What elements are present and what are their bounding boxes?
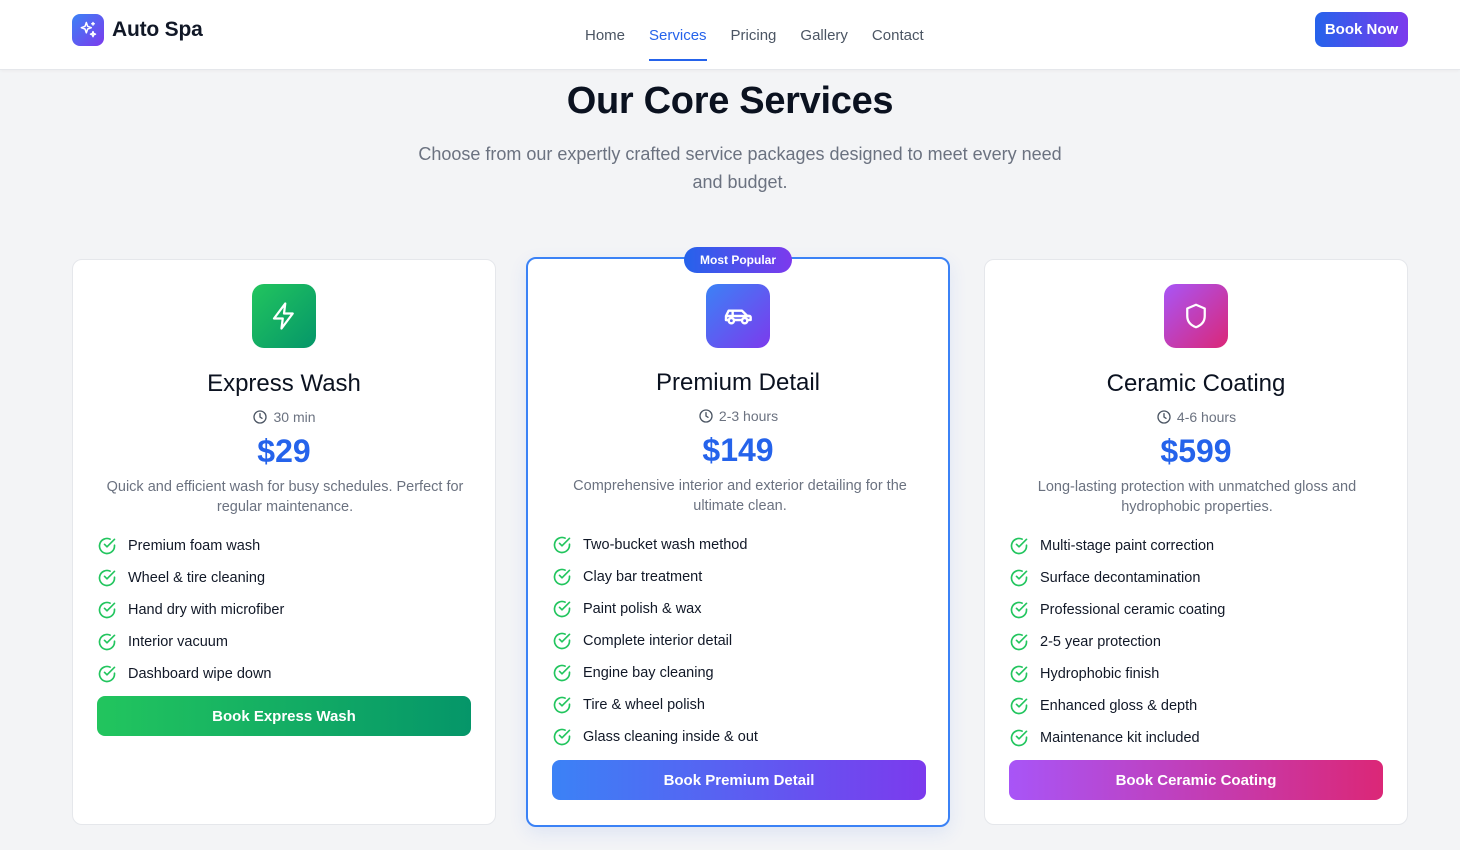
check-circle-icon [98, 633, 116, 651]
card-title: Express Wash [207, 370, 361, 397]
feature-item: 2-5 year protection [1009, 626, 1385, 658]
check-circle-icon [98, 569, 116, 587]
check-circle-icon [1010, 601, 1028, 619]
page-subtitle: Choose from our expertly crafted service… [418, 144, 1062, 192]
feature-item: Professional ceramic coating [1009, 594, 1385, 626]
duration-text: 4-6 hours [1176, 409, 1237, 425]
duration-text: 30 min [273, 409, 316, 425]
sparkles-icon [72, 14, 104, 46]
page-title: Our Core Services [566, 80, 894, 122]
check-circle-icon [553, 536, 571, 554]
top-navbar: Auto Spa Home Services Pricing Gallery C… [0, 0, 1460, 70]
feature-item: Complete interior detail [552, 625, 928, 657]
feature-item: Two-bucket wash method [552, 529, 928, 561]
check-circle-icon [1010, 729, 1028, 747]
main-nav: Home Services Pricing Gallery Contact [585, 0, 948, 70]
check-circle-icon [1010, 665, 1028, 683]
feature-item: Hydrophobic finish [1009, 658, 1385, 690]
clock-icon [253, 410, 268, 424]
feature-list: Premium foam wash Wheel & tire cleaning … [97, 530, 473, 690]
feature-item: Engine bay cleaning [552, 657, 928, 689]
book-premium-detail-button[interactable]: Book Premium Detail [552, 760, 926, 800]
feature-list: Multi-stage paint correction Surface dec… [1009, 530, 1385, 754]
price: $149 [702, 432, 774, 468]
book-ceramic-coating-button[interactable]: Book Ceramic Coating [1009, 760, 1383, 800]
check-circle-icon [98, 537, 116, 555]
card-description: Quick and efficient wash for busy schedu… [106, 479, 464, 515]
check-circle-icon [1010, 537, 1028, 555]
check-circle-icon [553, 632, 571, 650]
check-circle-icon [553, 728, 571, 746]
service-card-premium-detail: Most Popular Premium Detail 2-3 hours $1… [526, 247, 950, 827]
duration: 4-6 hours [985, 409, 1407, 425]
book-now-button[interactable]: Book Now [1315, 12, 1408, 47]
check-circle-icon [1010, 633, 1028, 651]
book-express-wash-button[interactable]: Book Express Wash [97, 696, 471, 736]
price: $599 [1160, 433, 1232, 469]
price: $29 [257, 433, 311, 469]
check-circle-icon [98, 601, 116, 619]
check-circle-icon [553, 568, 571, 586]
feature-item: Enhanced gloss & depth [1009, 690, 1385, 722]
nav-gallery[interactable]: Gallery [800, 0, 848, 70]
brand-name: Auto Spa [112, 18, 203, 41]
check-circle-icon [553, 664, 571, 682]
card-description: Long-lasting protection with unmatched g… [1037, 479, 1357, 515]
feature-item: Dashboard wipe down [97, 658, 473, 690]
duration: 30 min [73, 409, 495, 425]
feature-item: Clay bar treatment [552, 561, 928, 593]
feature-item: Tire & wheel polish [552, 689, 928, 721]
feature-list: Two-bucket wash method Clay bar treatmen… [552, 529, 928, 753]
feature-item: Glass cleaning inside & out [552, 721, 928, 753]
check-circle-icon [1010, 697, 1028, 715]
card-description: Comprehensive interior and exterior deta… [573, 478, 907, 514]
duration-text: 2-3 hours [718, 408, 779, 424]
feature-item: Maintenance kit included [1009, 722, 1385, 754]
service-card-express-wash: Express Wash 30 min $29 Quick and effici… [72, 259, 496, 825]
service-card-ceramic-coating: Ceramic Coating 4-6 hours $599 Long-last… [984, 259, 1408, 825]
check-circle-icon [553, 696, 571, 714]
duration: 2-3 hours [528, 408, 948, 424]
check-circle-icon [553, 600, 571, 618]
check-circle-icon [98, 665, 116, 683]
lightning-icon [252, 284, 316, 348]
feature-item: Multi-stage paint correction [1009, 530, 1385, 562]
car-icon [706, 284, 770, 348]
nav-pricing[interactable]: Pricing [731, 0, 777, 70]
most-popular-badge: Most Popular [683, 247, 793, 273]
feature-item: Paint polish & wax [552, 593, 928, 625]
card-title: Ceramic Coating [1106, 370, 1286, 397]
nav-home[interactable]: Home [585, 0, 625, 70]
nav-contact[interactable]: Contact [872, 0, 924, 70]
nav-services[interactable]: Services [649, 0, 707, 70]
shield-icon [1164, 284, 1228, 348]
feature-item: Hand dry with microfiber [97, 594, 473, 626]
clock-icon [699, 409, 713, 423]
feature-item: Interior vacuum [97, 626, 473, 658]
feature-item: Premium foam wash [97, 530, 473, 562]
feature-item: Surface decontamination [1009, 562, 1385, 594]
card-title: Premium Detail [655, 369, 821, 396]
brand[interactable]: Auto Spa [72, 14, 203, 46]
clock-icon [1157, 410, 1171, 424]
feature-item: Wheel & tire cleaning [97, 562, 473, 594]
check-circle-icon [1010, 569, 1028, 587]
